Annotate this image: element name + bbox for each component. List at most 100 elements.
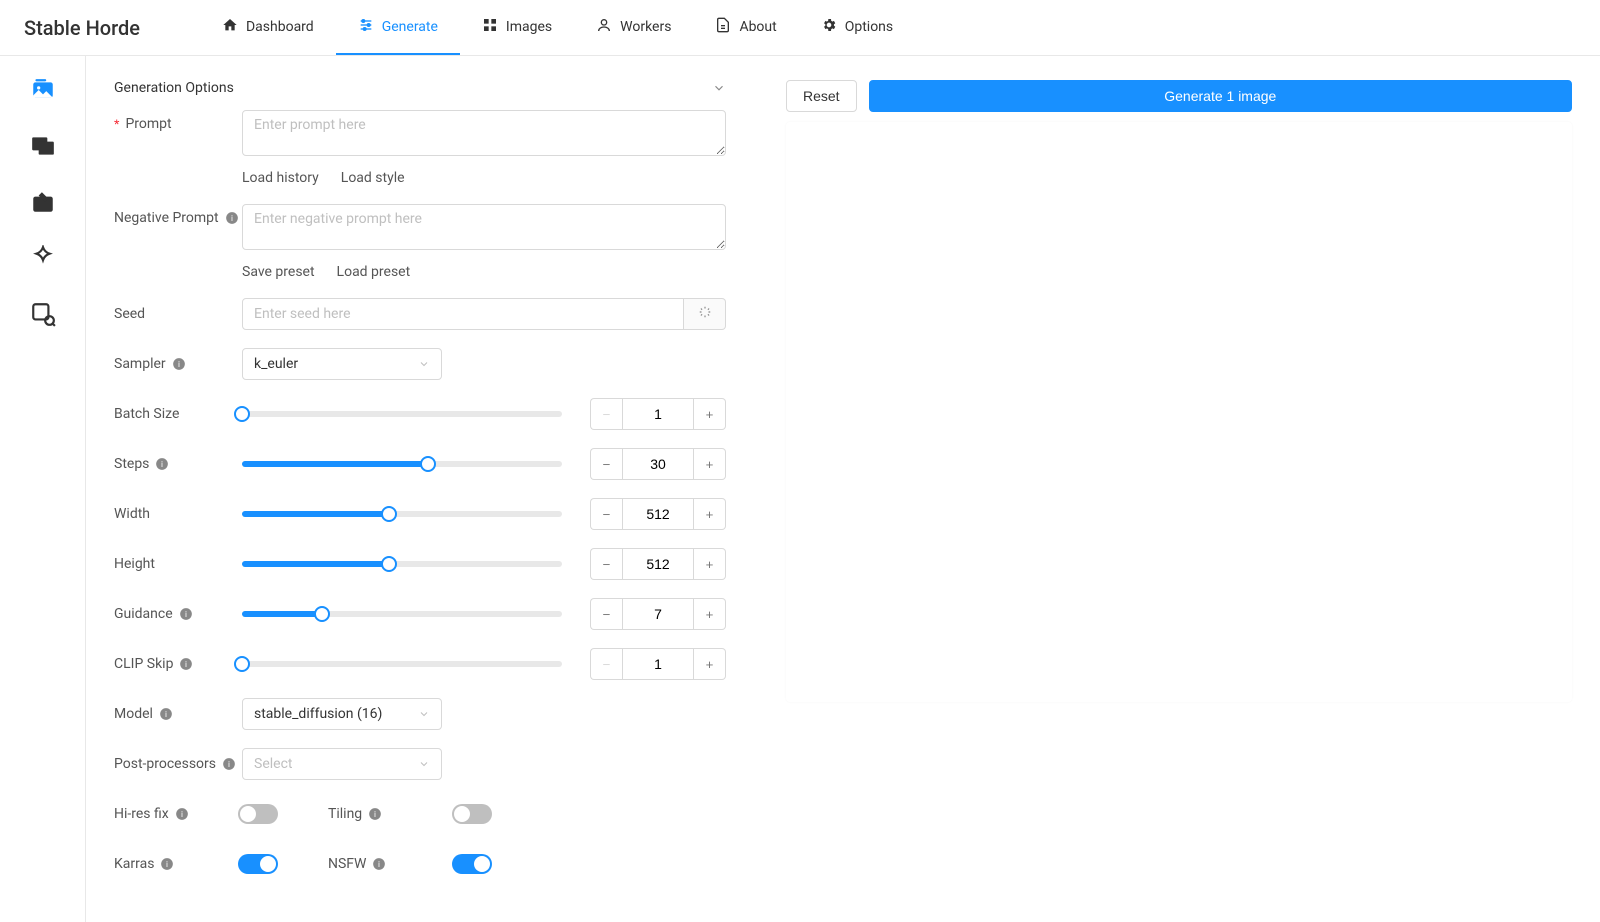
model-value: stable_diffusion (16) bbox=[254, 706, 382, 722]
generate-button[interactable]: Generate 1 image bbox=[869, 80, 1572, 112]
nav-images-label: Images bbox=[506, 19, 552, 35]
info-icon: i bbox=[225, 211, 239, 225]
sidebar bbox=[0, 56, 86, 922]
svg-text:i: i bbox=[378, 859, 380, 869]
nav-images[interactable]: Images bbox=[460, 0, 574, 55]
label-tiling: Tiling i bbox=[328, 806, 428, 822]
info-icon: i bbox=[172, 357, 186, 371]
svg-text:i: i bbox=[231, 213, 233, 223]
clipskip-increment[interactable]: + bbox=[694, 648, 726, 680]
nav-options-label: Options bbox=[845, 19, 893, 35]
sidebar-interrogate[interactable] bbox=[29, 300, 57, 328]
nav-about-label: About bbox=[739, 19, 776, 35]
label-model: Model i bbox=[114, 706, 242, 722]
reset-button[interactable]: Reset bbox=[786, 80, 857, 112]
width-value-input[interactable] bbox=[622, 498, 694, 530]
guidance-slider[interactable] bbox=[242, 611, 562, 617]
guidance-value-input[interactable] bbox=[622, 598, 694, 630]
steps-value-input[interactable] bbox=[622, 448, 694, 480]
batch-value-input[interactable] bbox=[622, 398, 694, 430]
postprocessors-placeholder: Select bbox=[254, 756, 292, 772]
nav-dashboard-label: Dashboard bbox=[246, 19, 314, 35]
batch-increment[interactable]: + bbox=[694, 398, 726, 430]
seed-randomize-button[interactable] bbox=[684, 298, 726, 330]
info-icon: i bbox=[368, 807, 382, 821]
nav-workers-label: Workers bbox=[620, 19, 671, 35]
load-style-link[interactable]: Load style bbox=[341, 170, 405, 186]
svg-text:i: i bbox=[178, 359, 180, 369]
steps-slider[interactable] bbox=[242, 461, 562, 467]
seed-input[interactable] bbox=[242, 298, 684, 330]
batch-slider[interactable] bbox=[242, 411, 562, 417]
nav-dashboard[interactable]: Dashboard bbox=[200, 0, 336, 55]
model-select[interactable]: stable_diffusion (16) bbox=[242, 698, 442, 730]
sidebar-rate[interactable] bbox=[29, 244, 57, 272]
svg-text:i: i bbox=[374, 809, 376, 819]
section-generation-options[interactable]: Generation Options bbox=[114, 80, 726, 96]
svg-text:i: i bbox=[165, 709, 167, 719]
info-icon: i bbox=[372, 857, 386, 871]
info-icon: i bbox=[155, 457, 169, 471]
label-height: Height bbox=[114, 556, 242, 572]
guidance-increment[interactable]: + bbox=[694, 598, 726, 630]
grid-icon bbox=[482, 17, 498, 37]
batch-stepper: − + bbox=[590, 398, 726, 430]
guidance-decrement[interactable]: − bbox=[590, 598, 622, 630]
width-slider[interactable] bbox=[242, 511, 562, 517]
steps-increment[interactable]: + bbox=[694, 448, 726, 480]
height-value-input[interactable] bbox=[622, 548, 694, 580]
nav-about[interactable]: About bbox=[693, 0, 798, 55]
info-icon: i bbox=[175, 807, 189, 821]
steps-decrement[interactable]: − bbox=[590, 448, 622, 480]
section-title: Generation Options bbox=[114, 80, 234, 96]
load-history-link[interactable]: Load history bbox=[242, 170, 319, 186]
label-clipskip: CLIP Skip i bbox=[114, 656, 242, 672]
nav-options[interactable]: Options bbox=[799, 0, 915, 55]
sampler-select[interactable]: k_euler bbox=[242, 348, 442, 380]
svg-text:i: i bbox=[161, 459, 163, 469]
info-icon: i bbox=[179, 607, 193, 621]
height-increment[interactable]: + bbox=[694, 548, 726, 580]
gear-icon bbox=[821, 17, 837, 37]
output-canvas bbox=[786, 122, 1572, 702]
document-icon bbox=[715, 17, 731, 37]
svg-text:i: i bbox=[166, 859, 168, 869]
sampler-value: k_euler bbox=[254, 356, 298, 372]
sidebar-inpaint[interactable] bbox=[29, 188, 57, 216]
chevron-down-icon bbox=[418, 358, 430, 370]
clipskip-stepper: − + bbox=[590, 648, 726, 680]
prompt-input[interactable] bbox=[242, 110, 726, 156]
load-preset-link[interactable]: Load preset bbox=[337, 264, 411, 280]
label-steps: Steps i bbox=[114, 456, 242, 472]
height-slider[interactable] bbox=[242, 561, 562, 567]
home-icon bbox=[222, 17, 238, 37]
label-nsfw: NSFW i bbox=[328, 856, 428, 872]
label-sampler: Sampler i bbox=[114, 356, 242, 372]
nav-generate-label: Generate bbox=[382, 19, 438, 35]
karras-toggle[interactable] bbox=[238, 854, 278, 874]
width-increment[interactable]: + bbox=[694, 498, 726, 530]
sidebar-img2img[interactable] bbox=[29, 132, 57, 160]
label-seed: Seed bbox=[114, 306, 242, 322]
nav-workers[interactable]: Workers bbox=[574, 0, 693, 55]
postprocessors-select[interactable]: Select bbox=[242, 748, 442, 780]
svg-text:i: i bbox=[185, 659, 187, 669]
height-decrement[interactable]: − bbox=[590, 548, 622, 580]
nav-generate[interactable]: Generate bbox=[336, 0, 460, 55]
width-decrement[interactable]: − bbox=[590, 498, 622, 530]
hires-toggle[interactable] bbox=[238, 804, 278, 824]
width-stepper: − + bbox=[590, 498, 726, 530]
nsfw-toggle[interactable] bbox=[452, 854, 492, 874]
save-preset-link[interactable]: Save preset bbox=[242, 264, 315, 280]
clipskip-slider[interactable] bbox=[242, 661, 562, 667]
negative-prompt-input[interactable] bbox=[242, 204, 726, 250]
batch-decrement[interactable]: − bbox=[590, 398, 622, 430]
user-icon bbox=[596, 17, 612, 37]
sidebar-txt2img[interactable] bbox=[29, 76, 57, 104]
tiling-toggle[interactable] bbox=[452, 804, 492, 824]
label-karras: Karras i bbox=[114, 856, 214, 872]
label-width: Width bbox=[114, 506, 242, 522]
sliders-icon bbox=[358, 17, 374, 37]
clipskip-value-input[interactable] bbox=[622, 648, 694, 680]
clipskip-decrement[interactable]: − bbox=[590, 648, 622, 680]
